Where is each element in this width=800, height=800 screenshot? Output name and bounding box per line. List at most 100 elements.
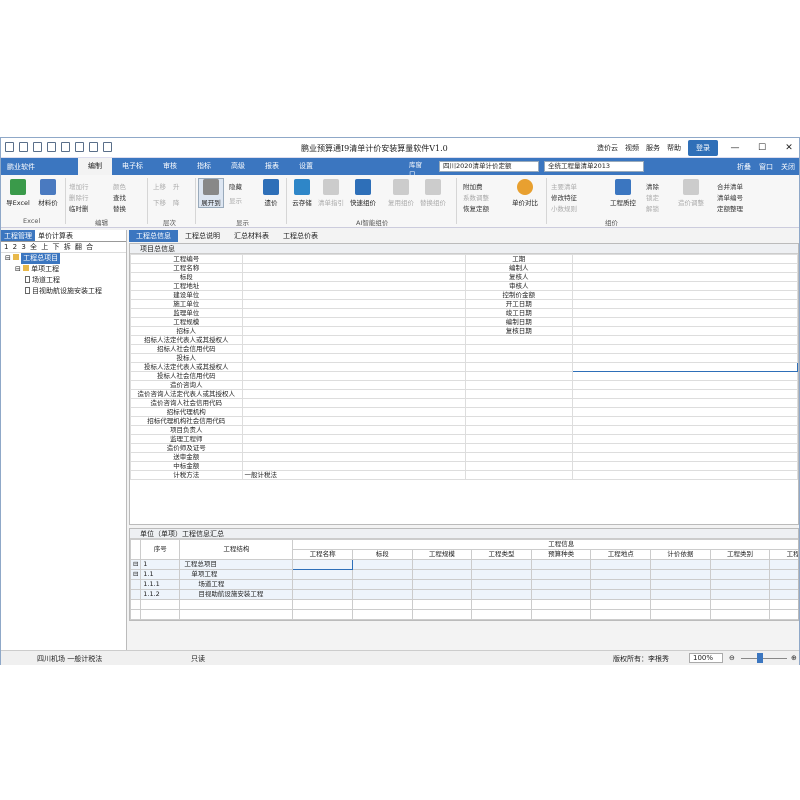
undo-icon[interactable]	[89, 142, 98, 152]
row-cell[interactable]	[650, 569, 711, 580]
row-cell[interactable]	[292, 569, 353, 580]
quality-check-button[interactable]: 工程质控	[607, 179, 639, 207]
info-value[interactable]	[241, 263, 466, 273]
temp-delete-button[interactable]: 临时删	[69, 203, 89, 213]
tab-main-3[interactable]: 工程总价表	[276, 230, 325, 242]
tab-main-0[interactable]: 工程总信息	[129, 230, 178, 242]
row-cell[interactable]	[709, 569, 771, 580]
info-value[interactable]	[241, 398, 466, 408]
row-cell[interactable]	[650, 589, 711, 600]
info-value[interactable]: 一般计税法	[241, 470, 466, 480]
row-cell[interactable]	[530, 569, 592, 580]
quota-select[interactable]: 四川2020清单计价定额	[439, 161, 539, 172]
info-value-right[interactable]	[571, 272, 799, 282]
zoom-in-icon[interactable]: ⊕	[791, 654, 797, 662]
color-button[interactable]: 颜色	[113, 181, 126, 191]
decimal-rule-button[interactable]: 小数规则	[551, 203, 577, 213]
expand-icon[interactable]: ⊟	[5, 254, 13, 262]
row-cell[interactable]	[769, 579, 798, 590]
list-code-button[interactable]: 清单编号	[717, 192, 743, 202]
help-link[interactable]: 帮助	[667, 143, 681, 153]
row-cell[interactable]	[590, 569, 652, 580]
row-cell[interactable]	[471, 559, 532, 570]
info-value[interactable]	[241, 308, 466, 318]
replace-button[interactable]: 替换	[113, 203, 126, 213]
info-value-right[interactable]	[571, 371, 799, 381]
info-value[interactable]	[241, 353, 466, 363]
tree-item[interactable]: 目视助航设施安装工程	[1, 286, 126, 297]
row-cell[interactable]	[590, 559, 652, 570]
info-value[interactable]	[241, 380, 466, 390]
row-cell[interactable]	[709, 589, 771, 600]
zoom-select[interactable]: 100%	[689, 653, 723, 663]
row-cell[interactable]	[650, 579, 711, 590]
quota-arrange-button[interactable]: 定额整理	[717, 203, 743, 213]
info-value-right[interactable]	[571, 407, 799, 417]
info-value[interactable]	[241, 407, 466, 417]
info-value[interactable]	[241, 434, 466, 444]
maximize-button[interactable]: ☐	[752, 143, 772, 153]
fast-price-button[interactable]: 快速组价	[349, 179, 377, 207]
menu-1[interactable]: 电子标	[112, 158, 153, 175]
info-value-right[interactable]	[571, 389, 799, 399]
level-toolbar[interactable]: 1 2 3 全 上 下 拆 翻 合	[1, 242, 126, 253]
row-cell[interactable]	[769, 559, 798, 570]
modify-feature-button[interactable]: 修改特征	[551, 192, 577, 202]
row-cell[interactable]	[769, 569, 798, 580]
row-cell[interactable]	[351, 589, 413, 600]
info-value[interactable]	[241, 371, 466, 381]
fold-button[interactable]: 折叠	[737, 162, 751, 172]
row-cell[interactable]	[351, 579, 413, 590]
info-value-right[interactable]	[571, 290, 799, 300]
row-cell[interactable]	[411, 559, 473, 570]
unlock-button[interactable]: 解锁	[646, 203, 659, 213]
info-value-right[interactable]	[571, 335, 799, 345]
info-value[interactable]	[241, 443, 466, 453]
info-value-right[interactable]	[571, 443, 799, 453]
info-value[interactable]	[241, 461, 466, 471]
menu-3[interactable]: 指标	[187, 158, 221, 175]
row-fold[interactable]: ⊟	[130, 559, 142, 570]
info-value[interactable]	[241, 317, 466, 327]
clear-button[interactable]: 清除	[646, 181, 659, 191]
material-price-button[interactable]: 材料价	[35, 179, 61, 207]
row-cell[interactable]	[530, 579, 592, 590]
minimize-button[interactable]: —	[725, 143, 745, 153]
replace-price-button[interactable]: 替换组价	[419, 179, 447, 207]
info-value[interactable]	[241, 299, 466, 309]
row-cell[interactable]	[411, 589, 473, 600]
row-fold[interactable]	[130, 589, 142, 600]
tab-unit-price[interactable]: 单价计算表	[35, 230, 76, 241]
table-row[interactable]: ⊟ 1.1 单项工程	[130, 569, 798, 580]
row-cell[interactable]	[411, 579, 473, 590]
info-value[interactable]	[241, 254, 466, 264]
show-button[interactable]: 显示	[229, 195, 242, 205]
close-window-button[interactable]: ✕	[779, 143, 799, 153]
redo-icon[interactable]	[103, 142, 112, 152]
tree-item[interactable]: ⊟ 工程总项目	[1, 253, 126, 264]
info-value-right[interactable]	[571, 380, 799, 390]
row-cell[interactable]	[471, 579, 532, 590]
service-link[interactable]: 服务	[646, 143, 660, 153]
coefficient-button[interactable]: 系数调整	[463, 192, 489, 202]
info-value-right[interactable]	[571, 299, 799, 309]
expand-icon[interactable]: ⊟	[15, 265, 23, 273]
add-row-button[interactable]: 增加行	[69, 181, 89, 191]
info-value-right[interactable]	[571, 254, 799, 264]
info-value-right[interactable]	[571, 398, 799, 408]
save-icon[interactable]	[33, 142, 42, 152]
info-value-right[interactable]	[571, 452, 799, 462]
row-cell[interactable]	[292, 589, 353, 600]
table-row[interactable]: ⊟ 1 工程总项目	[130, 559, 798, 570]
info-value-right[interactable]	[571, 434, 799, 444]
info-value[interactable]	[241, 290, 466, 300]
info-value-right[interactable]	[571, 425, 799, 435]
open-icon[interactable]	[19, 142, 28, 152]
row-cell[interactable]	[530, 559, 592, 570]
row-cell[interactable]	[351, 559, 413, 570]
table-row[interactable]: 1.1.1 场道工程	[130, 579, 798, 590]
move-down-button[interactable]: 下移	[153, 197, 166, 207]
export-excel-button[interactable]: 导Excel	[5, 179, 31, 207]
info-value[interactable]	[241, 425, 466, 435]
close-tab-button[interactable]: 关闭	[781, 162, 795, 172]
